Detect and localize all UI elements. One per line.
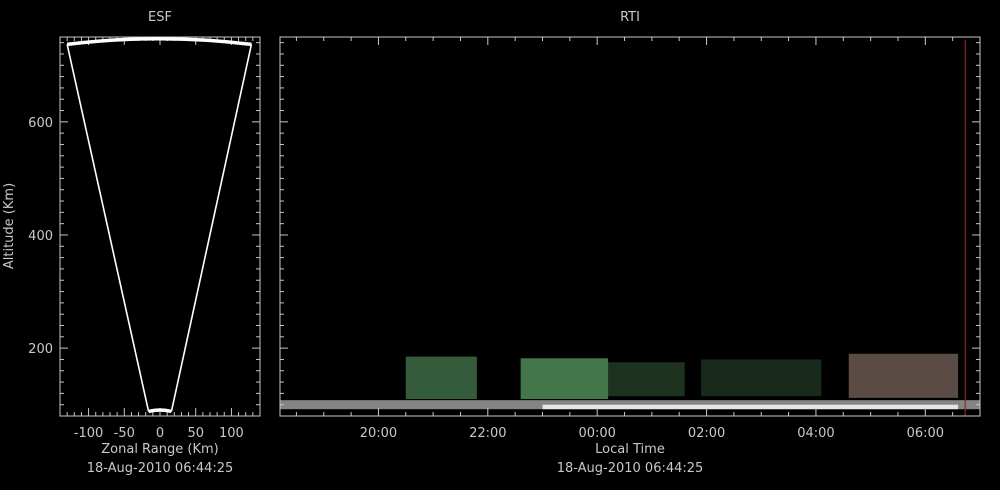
esf-y-tick-label: 200	[28, 342, 53, 357]
esf-x-tick-label: -50	[114, 426, 135, 441]
esf-wedge-right-edge	[170, 44, 253, 412]
rti-timestamp: 18-Aug-2010 06:44:25	[557, 461, 704, 476]
rti-echo-layer	[280, 39, 980, 416]
rti-x-axis-label: Local Time	[595, 442, 665, 457]
rti-x-tick-label: 22:00	[469, 426, 506, 441]
rti-echo-region	[848, 353, 959, 398]
esf-beam-wedge	[66, 36, 253, 414]
esf-wedge-left-edge	[66, 44, 150, 412]
rti-echo-region	[542, 404, 959, 410]
esf-x-tick-label: 100	[219, 426, 244, 441]
rti-x-tick-label: 06:00	[907, 426, 944, 441]
esf-x-tick-label: -100	[74, 426, 104, 441]
rti-panel: RTI 20:00 22:00 00:00 02:00 04:00 06:00 Local…	[279, 10, 981, 476]
rti-x-tick-label: 00:00	[578, 426, 615, 441]
esf-title: ESF	[148, 10, 172, 25]
esf-wedge-bottom-arc	[148, 408, 172, 414]
rti-echo-region	[608, 362, 685, 397]
rti-echo-region	[405, 356, 477, 400]
rti-x-tick-label: 20:00	[360, 426, 397, 441]
figure: ESF -100 -50 0 50 100 200 400 600 Zonal Range (…	[2, 10, 981, 476]
esf-y-tick-label: 400	[28, 229, 53, 244]
rti-echo-region	[520, 358, 609, 400]
rti-x-tick-label: 02:00	[688, 426, 725, 441]
esf-ticks: -100 -50 0 50 100 200 400 600	[28, 37, 260, 441]
esf-minor-ticks	[59, 37, 261, 416]
esf-timestamp: 18-Aug-2010 06:44:25	[87, 461, 234, 476]
rti-echo-region	[701, 359, 822, 397]
esf-x-tick-label: 50	[187, 426, 204, 441]
rti-x-tick-label: 04:00	[797, 426, 834, 441]
esf-x-tick-label: 0	[156, 426, 164, 441]
esf-plot-frame	[59, 36, 261, 417]
esf-y-tick-label: 600	[28, 116, 53, 131]
rti-title: RTI	[620, 10, 640, 25]
esf-y-axis-label: Altitude (Km)	[2, 183, 17, 269]
esf-x-axis-label: Zonal Range (Km)	[101, 442, 218, 457]
esf-panel: ESF -100 -50 0 50 100 200 400 600 Zonal Range (…	[2, 10, 261, 476]
